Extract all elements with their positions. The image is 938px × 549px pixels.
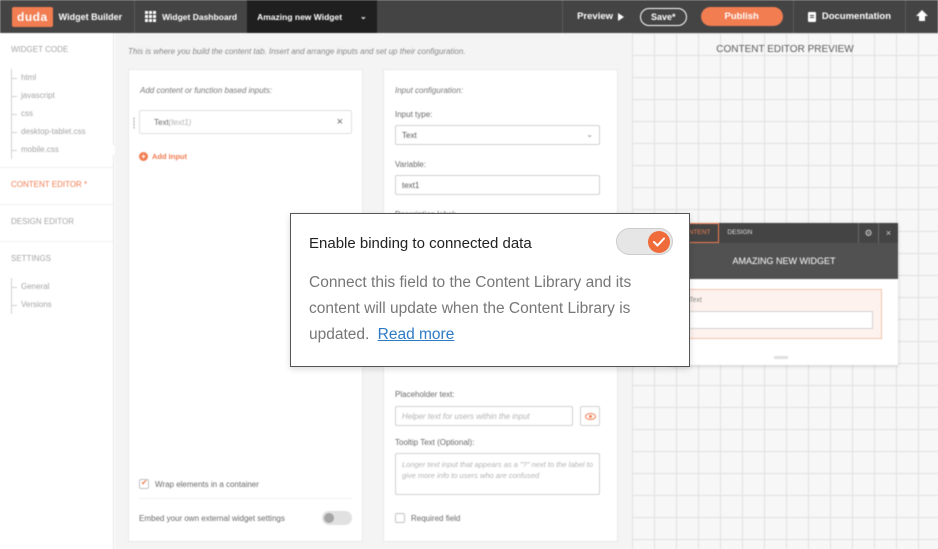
enable-binding-toggle[interactable] bbox=[616, 228, 673, 255]
popover-body: Connect this field to the Content Librar… bbox=[309, 270, 679, 348]
checkmark-icon bbox=[653, 237, 665, 247]
binding-popover: Enable binding to connected data Connect… bbox=[290, 213, 690, 367]
toggle-knob bbox=[648, 231, 670, 253]
popover-title: Enable binding to connected data bbox=[309, 235, 532, 252]
read-more-link[interactable]: Read more bbox=[378, 326, 455, 343]
popover-description: Connect this field to the Content Librar… bbox=[309, 274, 632, 343]
